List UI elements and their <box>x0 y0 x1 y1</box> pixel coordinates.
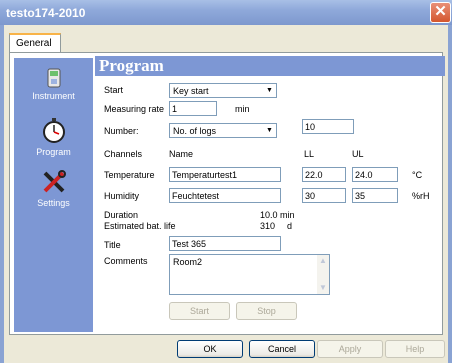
program-header: Program <box>95 56 445 76</box>
window-frame-left <box>0 25 4 363</box>
title-bar: testo174-2010 ✕ <box>0 0 452 25</box>
channels-name-header: Name <box>169 149 194 159</box>
number-label: Number: <box>104 126 139 136</box>
help-button[interactable]: Help <box>385 340 445 358</box>
temperature-ul-input[interactable]: 24.0 <box>352 167 398 182</box>
sidebar-item-instrument[interactable]: Instrument <box>14 68 93 101</box>
window-frame-right <box>448 25 452 363</box>
title-label: Title <box>104 240 121 250</box>
humidity-ul-input[interactable]: 35 <box>352 188 398 203</box>
scroll-up-icon[interactable]: ▲ <box>317 255 329 267</box>
duration-value: 10.0 min <box>260 210 295 220</box>
tools-icon <box>43 170 66 193</box>
window-title: testo174-2010 <box>6 6 86 20</box>
stop-button[interactable]: Stop <box>236 302 297 320</box>
humidity-name-input[interactable]: Feuchtetest <box>169 188 281 203</box>
battery-value: 310 <box>260 221 276 231</box>
apply-button[interactable]: Apply <box>317 340 383 358</box>
humidity-ll-input[interactable]: 30 <box>302 188 346 203</box>
chevron-down-icon: ▼ <box>266 127 273 134</box>
channels-ul-header: UL <box>352 149 364 159</box>
humidity-unit: %rH <box>412 191 430 201</box>
start-select[interactable]: Key start ▼ <box>169 83 277 98</box>
chevron-down-icon: ▼ <box>266 87 273 94</box>
number-count-input[interactable]: 10 <box>302 119 354 134</box>
battery-label: Estimated bat. life <box>104 221 176 231</box>
close-button[interactable]: ✕ <box>430 2 451 23</box>
sidebar-item-program[interactable]: Program <box>14 118 93 157</box>
measuring-rate-input[interactable]: 1 <box>169 101 217 116</box>
temperature-name-input[interactable]: Temperaturtest1 <box>169 167 281 182</box>
measuring-rate-label: Measuring rate <box>104 104 165 114</box>
scroll-down-icon[interactable]: ▼ <box>317 282 329 294</box>
title-input[interactable]: Test 365 <box>169 236 281 251</box>
sidebar: Instrument Program Settings <box>14 58 93 332</box>
stopwatch-icon <box>42 118 65 143</box>
sidebar-item-label: Settings <box>37 198 70 208</box>
start-button[interactable]: Start <box>169 302 230 320</box>
sidebar-item-label: Program <box>36 147 71 157</box>
temperature-ll-input[interactable]: 22.0 <box>302 167 346 182</box>
duration-label: Duration <box>104 210 139 220</box>
cancel-button[interactable]: Cancel <box>249 340 315 358</box>
temperature-label: Temperature <box>104 170 155 180</box>
start-value: Key start <box>173 86 209 96</box>
start-label: Start <box>104 85 124 95</box>
ok-button[interactable]: OK <box>177 340 243 358</box>
instrument-icon <box>47 68 60 88</box>
tab-general[interactable]: General <box>9 33 61 53</box>
sidebar-item-label: Instrument <box>32 91 75 101</box>
channels-label: Channels <box>104 149 143 159</box>
comments-scrollbar[interactable]: ▲ ▼ <box>317 255 329 294</box>
comments-label: Comments <box>104 256 148 266</box>
temperature-unit: °C <box>412 170 423 180</box>
channels-ll-header: LL <box>304 149 315 159</box>
measuring-rate-unit: min <box>235 104 250 114</box>
sidebar-item-settings[interactable]: Settings <box>14 169 93 208</box>
comments-text: Room2 <box>173 257 203 267</box>
number-value: No. of logs <box>173 126 217 136</box>
number-select[interactable]: No. of logs ▼ <box>169 123 277 138</box>
humidity-label: Humidity <box>104 191 140 201</box>
comments-textarea[interactable]: Room2 ▲ ▼ <box>169 254 330 295</box>
battery-unit: d <box>287 221 293 231</box>
